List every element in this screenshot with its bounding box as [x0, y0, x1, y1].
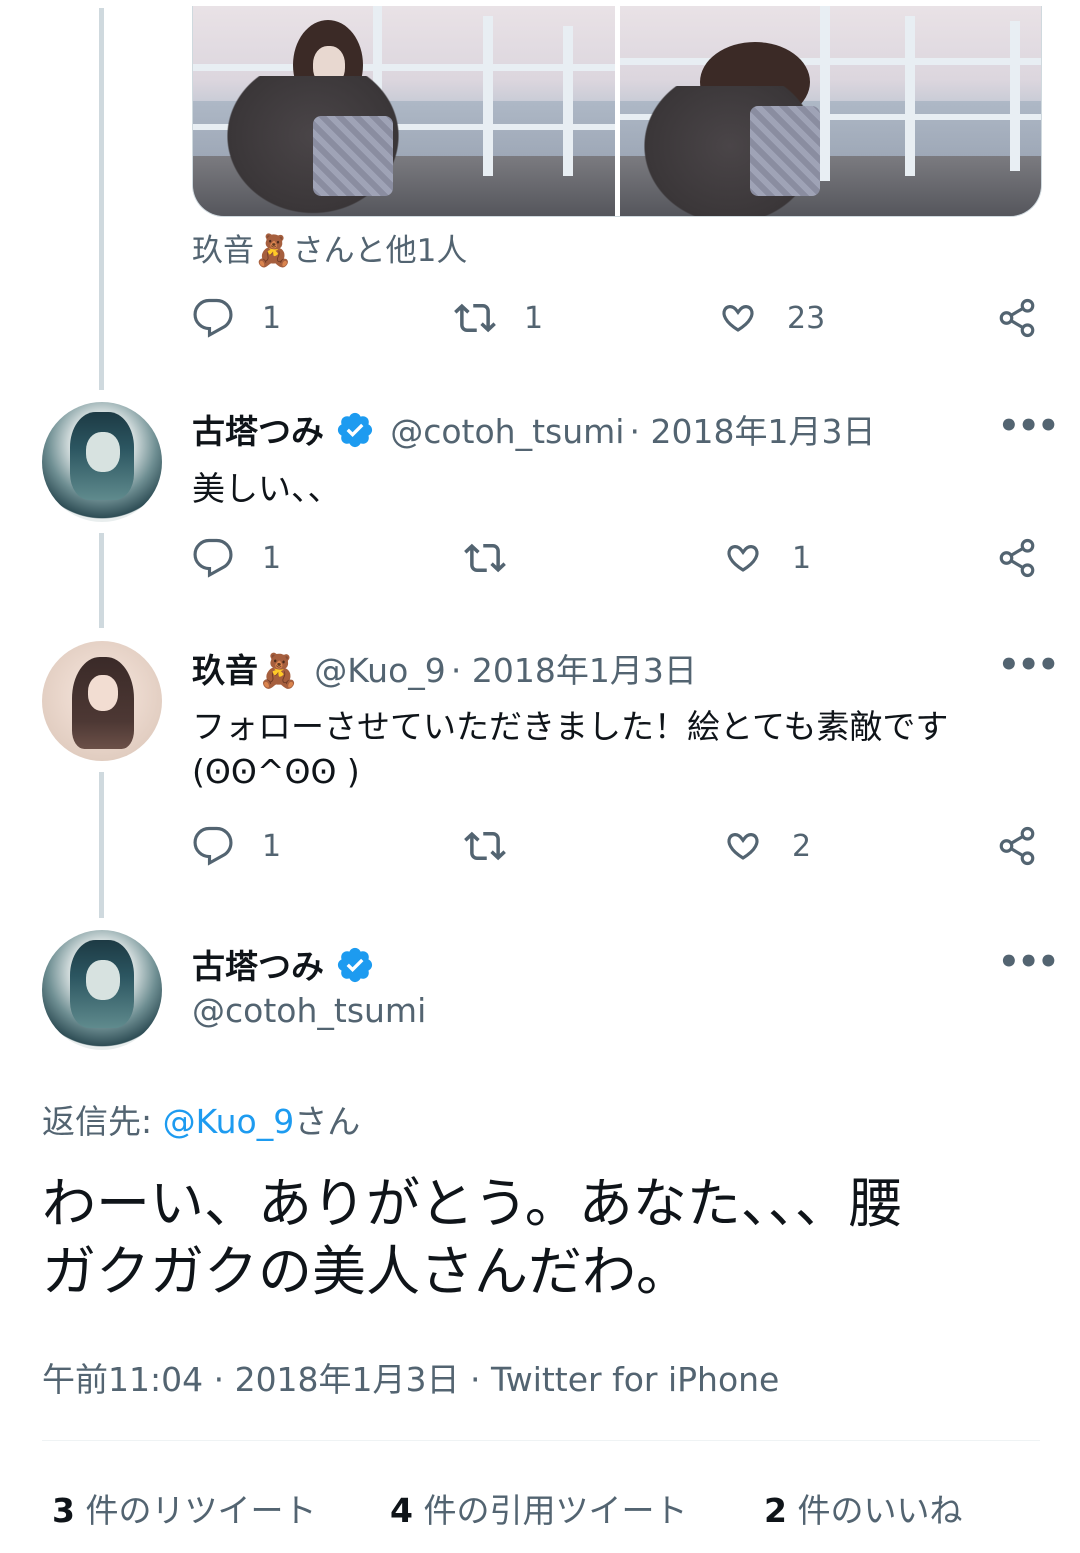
main-tweet-text: わーい、ありがとう。あなた、、、腰 ガクガクの美人さんだわ。 [42, 1170, 903, 1306]
retweet-button[interactable] [464, 537, 506, 579]
tweet-date[interactable]: · 2018年1月3日 [630, 412, 876, 451]
share-button[interactable] [996, 825, 1038, 867]
handle[interactable]: @cotoh_tsumi [390, 412, 624, 451]
retweet-count: 1 [524, 300, 544, 336]
tweet-header: 玖音🧸 @Kuo_9 · 2018年1月3日 [192, 644, 697, 692]
tweet-media[interactable] [192, 6, 1042, 217]
verified-badge-icon [338, 412, 373, 448]
more-icon[interactable]: ••• [998, 406, 1059, 446]
retweet-button[interactable] [464, 825, 506, 867]
main-author: 古塔つみ [192, 940, 375, 988]
retweets-stat[interactable]: 3 件のリツイート [52, 1484, 316, 1532]
reply-button[interactable]: 1 [192, 825, 281, 867]
retweet-icon [454, 303, 496, 333]
like-button[interactable]: 23 [717, 297, 825, 339]
tweet-actions: 1 2 [192, 825, 1040, 875]
retweet-icon [464, 831, 506, 861]
thread-line [99, 772, 104, 918]
verified-badge-icon [338, 947, 373, 983]
tweet-photo[interactable] [193, 6, 615, 216]
reply-count: 1 [262, 828, 282, 864]
avatar[interactable] [42, 930, 162, 1050]
share-icon [999, 298, 1035, 338]
like-button[interactable]: 1 [722, 537, 811, 579]
retweets-count: 3 [52, 1491, 75, 1530]
display-name[interactable]: 古塔つみ [192, 412, 324, 451]
reply-button[interactable]: 1 [192, 537, 281, 579]
like-icon [722, 305, 754, 332]
likes-count: 2 [764, 1491, 787, 1530]
share-button[interactable] [996, 297, 1038, 339]
retweet-button[interactable]: 1 [454, 297, 543, 339]
share-icon [999, 826, 1035, 866]
tweet-timestamp[interactable]: 午前11:04 · 2018年1月3日 · Twitter for iPhone [42, 1353, 779, 1401]
likes-label: 件のいいね [797, 1491, 963, 1530]
reply-icon [193, 826, 233, 866]
tweet-photo[interactable] [619, 6, 1041, 216]
handle[interactable]: @Kuo_9 [314, 651, 446, 690]
quotes-stat[interactable]: 4 件の引用ツイート [390, 1484, 687, 1532]
reply-to: 返信先: @Kuo_9さん [42, 1095, 360, 1143]
tweet-actions: 1 1 [192, 537, 1040, 587]
tweet-actions: 1 1 23 [192, 297, 1040, 347]
liked-by-text[interactable]: 玖音🧸さんと他1人 [192, 225, 467, 270]
like-button[interactable]: 2 [722, 825, 811, 867]
like-icon [727, 545, 759, 572]
share-button[interactable] [996, 537, 1038, 579]
display-name[interactable]: 玖音🧸 [192, 651, 299, 690]
thread-line [99, 533, 104, 628]
more-icon[interactable]: ••• [998, 645, 1059, 685]
like-icon [727, 833, 759, 860]
like-count: 2 [792, 828, 812, 864]
tweet-text: (ꙨꙨ^ꙨꙨ ) [192, 752, 360, 791]
likes-stat[interactable]: 2 件のいいね [764, 1484, 962, 1532]
tweet-text: 美しい、、 [192, 469, 341, 508]
like-count: 23 [787, 300, 826, 336]
quotes-count: 4 [390, 1491, 413, 1530]
display-name[interactable]: 古塔つみ [192, 947, 324, 986]
reply-count: 1 [262, 540, 282, 576]
quotes-label: 件の引用ツイート [423, 1491, 688, 1530]
handle[interactable]: @cotoh_tsumi [192, 991, 426, 1030]
divider [42, 1440, 1040, 1441]
tweet-date[interactable]: · 2018年1月3日 [451, 651, 697, 690]
reply-icon [193, 298, 233, 338]
reply-to-label: 返信先: [42, 1102, 153, 1141]
retweets-label: 件のリツイート [85, 1491, 317, 1530]
avatar[interactable] [42, 641, 162, 761]
thread-line [99, 8, 104, 390]
share-icon [999, 538, 1035, 578]
retweet-icon [464, 543, 506, 573]
reply-to-suffix: さん [294, 1102, 361, 1141]
tweet-header: 古塔つみ @cotoh_tsumi · 2018年1月3日 [192, 405, 875, 453]
like-count: 1 [792, 540, 812, 576]
reply-button[interactable]: 1 [192, 297, 281, 339]
reply-icon [193, 538, 233, 578]
reply-to-handle[interactable]: @Kuo_9 [163, 1102, 295, 1141]
reply-count: 1 [262, 300, 282, 336]
main-tweet-line: わーい、ありがとう。あなた、、、腰 [42, 1172, 903, 1235]
more-icon[interactable]: ••• [998, 942, 1059, 982]
avatar[interactable] [42, 402, 162, 522]
tweet-text: フォローさせていただきました！絵とても素敵です [192, 707, 949, 746]
main-tweet-line: ガクガクの美人さんだわ。 [42, 1240, 690, 1303]
